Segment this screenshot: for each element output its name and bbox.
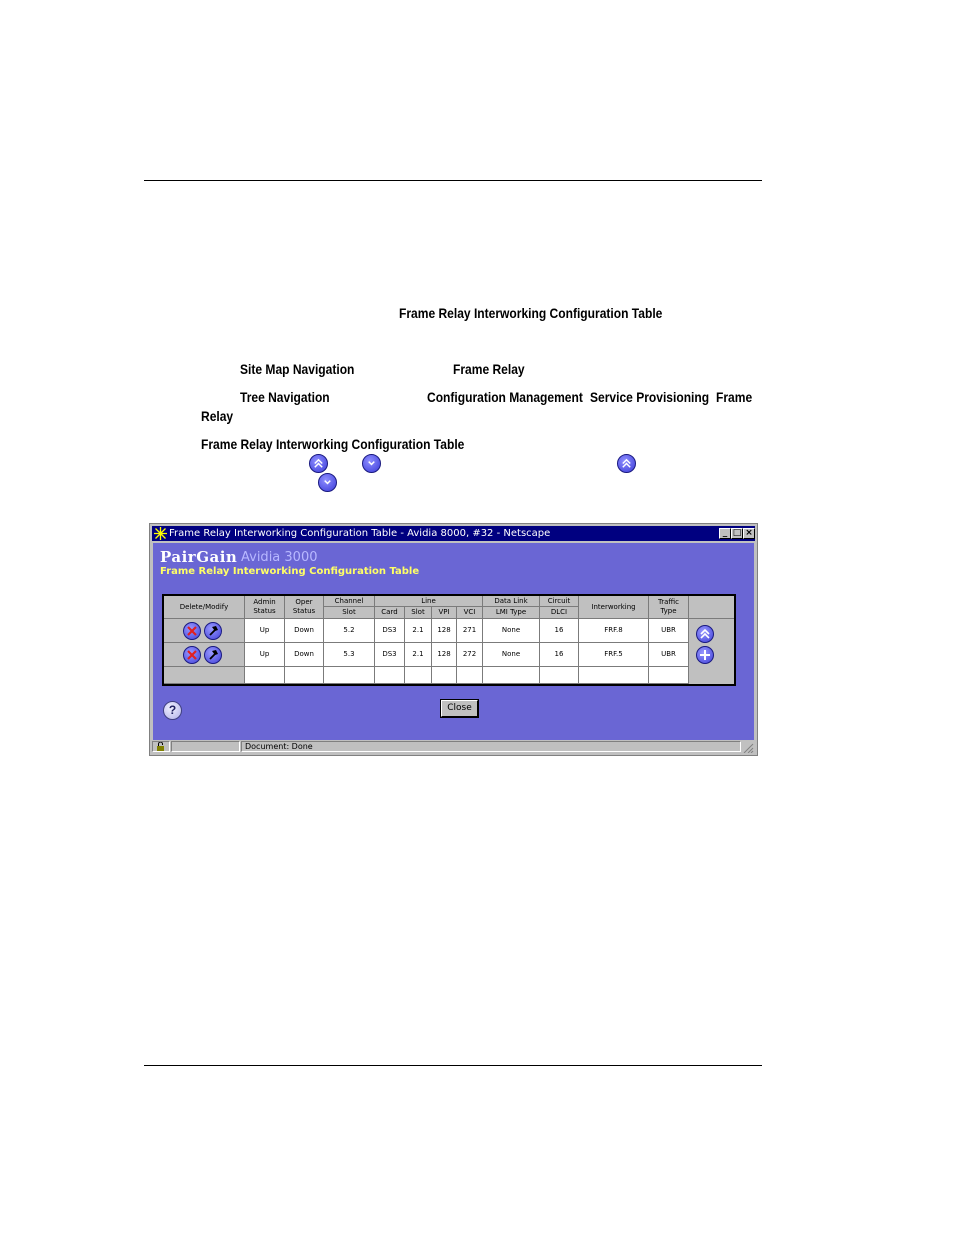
empty-row-cell: [649, 667, 689, 684]
table-cell: 2.1: [405, 619, 432, 643]
page-title: Frame Relay Interworking Configuration T…: [160, 566, 420, 577]
table-cell: FRF.8: [579, 619, 649, 643]
col-header-actions: [689, 596, 734, 619]
help-button[interactable]: ?: [163, 701, 182, 720]
tree-path-4: Relay: [201, 408, 234, 424]
col-header-line-vci: VCI: [457, 607, 483, 619]
table-cell: FRF.5: [579, 643, 649, 667]
col-header-channel-slot: Slot: [324, 607, 375, 619]
col-header-admin-status: Admin Status: [245, 596, 285, 619]
col-header-lmi-type: LMI Type: [483, 607, 540, 619]
table-cell: 128: [432, 619, 457, 643]
tree-path-2: Service Provisioning: [590, 389, 710, 405]
delete-icon[interactable]: [183, 646, 201, 664]
page-content: PairGain Avidia 3000 Frame Relay Interwo…: [153, 543, 754, 740]
config-table: Delete/Modify Admin Status Oper Status C…: [162, 594, 736, 686]
table-cell: 16: [540, 619, 579, 643]
brand-logo: PairGain: [160, 548, 238, 566]
intro-ref: Frame Relay Interworking Configuration T…: [399, 305, 663, 321]
table-cell: None: [483, 643, 540, 667]
scroll-down-icon: [318, 473, 337, 492]
table-cell: 2.1: [405, 643, 432, 667]
table-row-actions: [164, 643, 245, 667]
empty-row-cell: [285, 667, 324, 684]
scroll-up-button[interactable]: [696, 625, 714, 643]
scroll-down-icon: [362, 454, 381, 473]
empty-row-cell: [324, 667, 375, 684]
table-cell: 271: [457, 619, 483, 643]
scroll-up-icon: [309, 454, 328, 473]
hammer-icon[interactable]: [204, 646, 222, 664]
table-cell: Up: [245, 619, 285, 643]
table-cell: Down: [285, 619, 324, 643]
minimize-button[interactable]: _: [719, 528, 731, 539]
empty-row-cell: [164, 667, 245, 684]
table-cell: Down: [285, 643, 324, 667]
col-header-delete-modify: Delete/Modify: [164, 596, 245, 619]
netscape-icon: [154, 527, 167, 540]
empty-row-cell: [457, 667, 483, 684]
tree-path-3: Frame: [716, 389, 753, 405]
col-header-circuit: Circuit: [540, 596, 579, 607]
table-ref: Frame Relay Interworking Configuration T…: [201, 436, 465, 452]
add-button[interactable]: [696, 646, 714, 664]
col-header-oper-status: Oper Status: [285, 596, 324, 619]
col-header-dlci: DLCI: [540, 607, 579, 619]
header-rule: [144, 180, 762, 181]
delete-icon[interactable]: [183, 622, 201, 640]
close-window-button[interactable]: ×: [743, 528, 755, 539]
table-cell: 5.2: [324, 619, 375, 643]
col-header-data-link: Data Link: [483, 596, 540, 607]
table-cell: UBR: [649, 619, 689, 643]
footer-rule: [144, 1065, 762, 1066]
table-cell: UBR: [649, 643, 689, 667]
window-title: Frame Relay Interworking Configuration T…: [169, 528, 551, 539]
title-bar: Frame Relay Interworking Configuration T…: [152, 526, 755, 541]
empty-row-cell: [579, 667, 649, 684]
browser-window: Frame Relay Interworking Configuration T…: [149, 523, 758, 756]
empty-row-cell: [432, 667, 457, 684]
table-cell: 16: [540, 643, 579, 667]
empty-row-cell: [540, 667, 579, 684]
site-map-target: Frame Relay: [453, 361, 525, 377]
progress-segment: [171, 741, 240, 752]
empty-row-cell: [405, 667, 432, 684]
table-cell: None: [483, 619, 540, 643]
security-lock-segment: [152, 741, 170, 752]
col-header-channel: Channel: [324, 596, 375, 607]
close-button[interactable]: Close: [440, 699, 479, 718]
table-cell: 128: [432, 643, 457, 667]
resize-grip-icon[interactable]: [742, 742, 754, 754]
table-cell: 5.3: [324, 643, 375, 667]
tree-label: Tree Navigation: [240, 389, 330, 405]
col-header-line: Line: [375, 596, 483, 607]
table-cell: DS3: [375, 643, 405, 667]
maximize-button[interactable]: □: [731, 528, 743, 539]
status-text: Document: Done: [241, 741, 741, 752]
col-header-line-slot: Slot: [405, 607, 432, 619]
scroll-up-icon: [617, 454, 636, 473]
status-bar: Document: Done: [152, 740, 755, 754]
empty-row-cell: [375, 667, 405, 684]
col-header-interworking: Interworking: [579, 596, 649, 619]
table-row-actions: [164, 619, 245, 643]
lock-icon: [157, 742, 164, 751]
table-cell: 272: [457, 643, 483, 667]
empty-row-cell: [483, 667, 540, 684]
empty-row-cell: [245, 667, 285, 684]
col-header-traffic-type: Traffic Type: [649, 596, 689, 619]
tree-path-1: Configuration Management: [427, 389, 583, 405]
table-cell: Up: [245, 643, 285, 667]
table-cell: DS3: [375, 619, 405, 643]
col-header-line-card: Card: [375, 607, 405, 619]
col-header-line-vpi: VPI: [432, 607, 457, 619]
hammer-icon[interactable]: [204, 622, 222, 640]
site-map-label: Site Map Navigation: [240, 361, 355, 377]
product-name: Avidia 3000: [241, 550, 318, 565]
